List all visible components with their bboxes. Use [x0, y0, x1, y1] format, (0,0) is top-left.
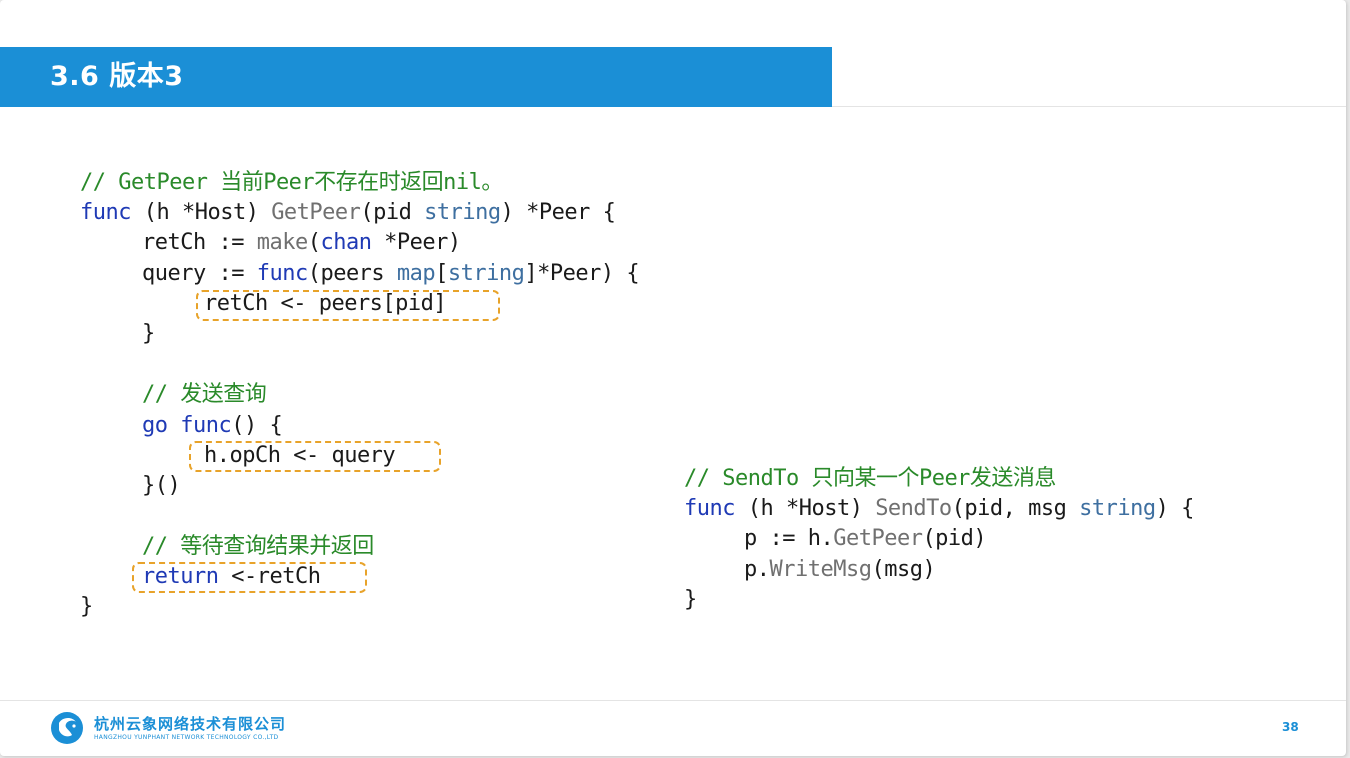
company-logo-icon [51, 712, 83, 744]
code-text: p := h. [744, 526, 834, 551]
company-name-cn: 杭州云象网络技术有限公司 [94, 715, 287, 733]
code-text: query := [142, 261, 257, 286]
code-text: ) *Peer { [500, 200, 616, 225]
code-line: func (h *Host) SendTo(pid, msg string) { [684, 494, 1194, 524]
code-text: (pid [360, 200, 425, 225]
page-number: 38 [1282, 720, 1299, 734]
code-text: (h *Host) [130, 200, 272, 225]
code-text: (pid) [922, 526, 987, 551]
code-line: retCh := make(chan *Peer) [142, 228, 461, 258]
code-type: map [396, 261, 436, 286]
code-line: go func() { [142, 411, 283, 441]
code-line: func (h *Host) GetPeer(pid string) *Peer… [80, 198, 616, 228]
code-comment: // 发送查询 [142, 382, 267, 407]
company-name-en: HANGZHOU YUNPHANT NETWORK TECHNOLOGY CO.… [94, 734, 279, 741]
code-text: retCh := [142, 230, 257, 255]
code-keyword: func [80, 200, 131, 225]
code-line: } [684, 587, 697, 612]
code-function-name: GetPeer [833, 526, 923, 551]
code-keyword: chan [320, 230, 372, 255]
code-line: p := h.GetPeer(pid) [744, 524, 987, 554]
code-keyword: func [684, 496, 735, 521]
highlight-box [196, 290, 500, 321]
code-text: ( [307, 230, 321, 255]
code-text: (pid, msg [951, 496, 1080, 521]
code-text: ) { [1155, 496, 1195, 521]
code-text: (peers [307, 261, 397, 286]
code-text: ]*Peer) { [524, 261, 640, 286]
code-line: } [142, 321, 155, 346]
code-block-getpeer: // GetPeer 当前Peer不存在时返回nil。 func (h *Hos… [80, 168, 780, 628]
code-comment: // GetPeer 当前Peer不存在时返回nil。 [80, 170, 503, 195]
highlight-box [132, 562, 367, 593]
code-line: query := func(peers map[string]*Peer) { [142, 259, 640, 289]
code-type: string [1079, 496, 1156, 521]
code-text: (h *Host) [734, 496, 876, 521]
code-line: } [80, 594, 93, 619]
code-function-name: make [256, 230, 308, 255]
code-text: p. [744, 557, 770, 582]
code-text: (msg) [871, 557, 936, 582]
code-line: p.WriteMsg(msg) [744, 555, 936, 585]
highlight-box [189, 441, 441, 472]
code-keyword: func [180, 413, 232, 438]
code-function-name: GetPeer [271, 200, 361, 225]
code-keyword: func [256, 261, 308, 286]
footer-divider [0, 700, 1346, 701]
code-type: string [424, 200, 501, 225]
code-line: }() [142, 473, 181, 498]
code-keyword: go [142, 413, 168, 438]
code-block-sendto: // SendTo 只向某一个Peer发送消息 func (h *Host) S… [684, 464, 1324, 624]
code-function-name: SendTo [875, 496, 952, 521]
code-text: *Peer) [371, 230, 461, 255]
code-comment: // 等待查询结果并返回 [142, 534, 374, 559]
slide-title: 3.6 版本3 [50, 61, 184, 92]
code-text: [ [435, 261, 448, 286]
slide: 3.6 版本3 // GetPeer 当前Peer不存在时返回nil。 func… [0, 0, 1346, 756]
code-type: string [447, 261, 525, 286]
code-comment: // SendTo 只向某一个Peer发送消息 [684, 466, 1056, 491]
title-divider [832, 106, 1346, 107]
code-function-name: WriteMsg [769, 557, 872, 582]
code-text: () { [231, 413, 283, 438]
